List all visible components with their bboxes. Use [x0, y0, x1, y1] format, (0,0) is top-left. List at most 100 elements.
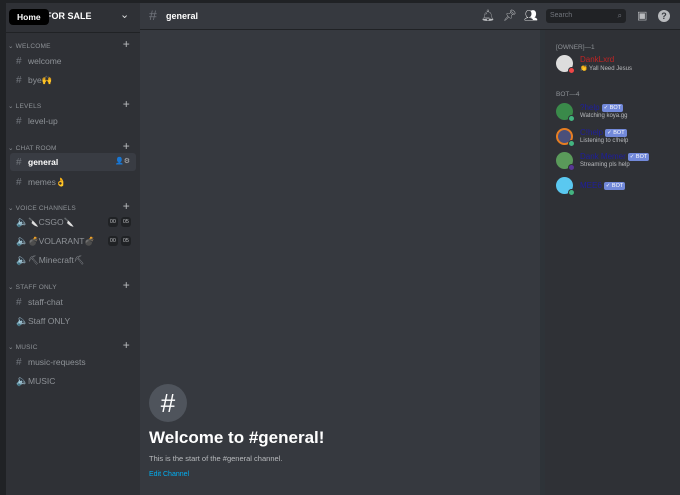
bot-badge: ✓ BOT [603, 182, 626, 190]
bot-role-header: BOT—4 [556, 91, 580, 98]
help-icon[interactable]: ? [658, 10, 670, 22]
category-levels[interactable]: ⌄ LEVELS + [8, 97, 134, 111]
member-name: DankLxrd [580, 55, 615, 64]
speaker-icon: 🔈 [16, 236, 29, 247]
bot-badge: ✓ BOT [601, 104, 624, 112]
category-label: STAFF ONLY [15, 284, 57, 291]
member-name: ?help [580, 103, 600, 112]
user-limit: 05 [120, 236, 131, 246]
channel-label: level-up [28, 116, 58, 126]
chat-area [140, 3, 540, 495]
category-chat-room[interactable]: ⌄ CHAT ROOM + [8, 139, 134, 153]
hash-icon: # [16, 157, 22, 168]
channel-label: music-requests [28, 357, 86, 367]
plus-icon[interactable]: + [123, 199, 130, 213]
member-bot[interactable]: MEE6 ✓ BOT [556, 175, 676, 199]
channel-label: memes👌 [28, 177, 67, 187]
channel-title: general [166, 11, 199, 21]
category-voice-channels[interactable]: ⌄ VOICE CHANNELS + [8, 199, 134, 213]
channel-bye[interactable]: # bye🙌 [10, 71, 136, 89]
streaming-status-icon [568, 164, 575, 171]
channel-label: 🔪CSGO🔪 [28, 217, 75, 227]
channel-music-requests[interactable]: # music-requests [10, 353, 136, 371]
voice-channel-volarant[interactable]: 🔈💣VOLARANT💣 00 05 [10, 232, 136, 250]
channel-label: ⛏Minecraft⛏ [28, 255, 85, 265]
bot-badge: ✓ BOT [627, 153, 650, 161]
member-name: C!help [580, 128, 604, 137]
voice-channel-csgo[interactable]: 🔈🔪CSGO🔪 00 05 [10, 213, 136, 231]
member-name: Dank Memer [580, 152, 626, 161]
welcome-title: Welcome to #general! [149, 428, 325, 447]
server-name[interactable]: FOR SALE [46, 11, 92, 21]
user-count: 00 [107, 217, 118, 227]
member-bot[interactable]: ?help ✓ BOT Watching koya.gg [556, 101, 676, 125]
channel-label: welcome [28, 56, 62, 66]
speaker-icon: 🔈 [16, 217, 29, 228]
category-label: WELCOME [15, 43, 51, 50]
speaker-icon: 🔈 [16, 255, 29, 266]
plus-icon[interactable]: + [123, 278, 130, 292]
user-count: 00 [107, 236, 118, 246]
online-status-icon [568, 189, 575, 196]
voice-channel-minecraft[interactable]: 🔈⛏Minecraft⛏ [10, 251, 136, 269]
welcome-subtitle: This is the start of the #general channe… [149, 454, 283, 463]
channel-label: general [28, 157, 59, 167]
plus-icon[interactable]: + [123, 37, 130, 51]
search-input[interactable]: Search ⌕ [546, 9, 626, 23]
search-placeholder: Search [550, 12, 573, 19]
channel-label: 💣VOLARANT💣 [28, 236, 95, 246]
channel-level-up[interactable]: # level-up [10, 112, 136, 130]
channel-hash-icon: # [149, 384, 187, 422]
chevron-down-icon[interactable]: ⌄ [120, 8, 129, 21]
channel-label: staff-chat [28, 297, 63, 307]
hash-icon: # [16, 177, 22, 188]
channel-label: bye🙌 [28, 75, 53, 85]
member-activity: Listening to c!help [580, 138, 629, 144]
online-status-icon [568, 115, 575, 122]
member-name: MEE6 [580, 181, 602, 190]
voice-channel-music[interactable]: 🔈MUSIC [10, 372, 136, 390]
home-tooltip: Home [9, 9, 49, 25]
channel-label: MUSIC [28, 376, 56, 386]
plus-icon[interactable]: + [123, 139, 130, 153]
inbox-icon[interactable]: ▣ [637, 9, 647, 22]
invite-settings-icons[interactable]: 👤⚙ [115, 153, 130, 171]
member-bot[interactable]: Dank Memer ✓ BOT Streaming pls help [556, 150, 676, 174]
edit-channel-link[interactable]: Edit Channel [149, 471, 189, 478]
pin-icon[interactable]: 📌︎ [503, 9, 517, 22]
hash-icon: # [16, 75, 22, 86]
search-icon: ⌕ [617, 11, 622, 20]
plus-icon[interactable]: + [123, 97, 130, 111]
bot-badge: ✓ BOT [605, 129, 627, 137]
member-activity: 👏 Yall Need Jesus [580, 66, 632, 72]
locked-speaker-icon: 🔈 [16, 316, 29, 327]
speaker-icon: 🔈 [16, 376, 29, 387]
channel-welcome[interactable]: # welcome [10, 52, 136, 70]
voice-channel-staff-only[interactable]: 🔈Staff ONLY [10, 312, 136, 330]
member-danklxrd[interactable]: DankLxrd 👏 Yall Need Jesus [556, 53, 676, 77]
member-list [545, 30, 680, 495]
member-bot[interactable]: C!help ✓ BOT Listening to c!help [556, 126, 676, 150]
category-label: CHAT ROOM [15, 145, 57, 152]
channel-general[interactable]: # general 👤⚙ [10, 153, 136, 171]
dnd-status-icon [568, 67, 575, 74]
category-staff-only[interactable]: ⌄ STAFF ONLY + [8, 278, 134, 292]
plus-icon[interactable]: + [123, 338, 130, 352]
locked-hash-icon: # [16, 297, 22, 308]
bell-icon[interactable]: 🔔︎ [481, 9, 495, 22]
channel-staff-chat[interactable]: # staff-chat [10, 293, 136, 311]
channel-label: Staff ONLY [28, 316, 71, 326]
category-label: VOICE CHANNELS [15, 205, 76, 212]
hash-icon: # [16, 116, 22, 127]
category-label: MUSIC [15, 344, 38, 351]
hash-icon: # [149, 7, 157, 23]
category-label: LEVELS [15, 103, 42, 110]
owner-role-header: [OWNER]—1 [556, 44, 595, 51]
online-status-icon [568, 140, 575, 147]
channel-memes[interactable]: # memes👌 [10, 173, 136, 191]
member-activity: Watching koya.gg [580, 113, 628, 119]
hash-icon: # [16, 357, 22, 368]
category-welcome[interactable]: ⌄ WELCOME + [8, 37, 134, 51]
members-icon[interactable]: 👥︎ [524, 9, 538, 22]
category-music[interactable]: ⌄ MUSIC + [8, 338, 134, 352]
